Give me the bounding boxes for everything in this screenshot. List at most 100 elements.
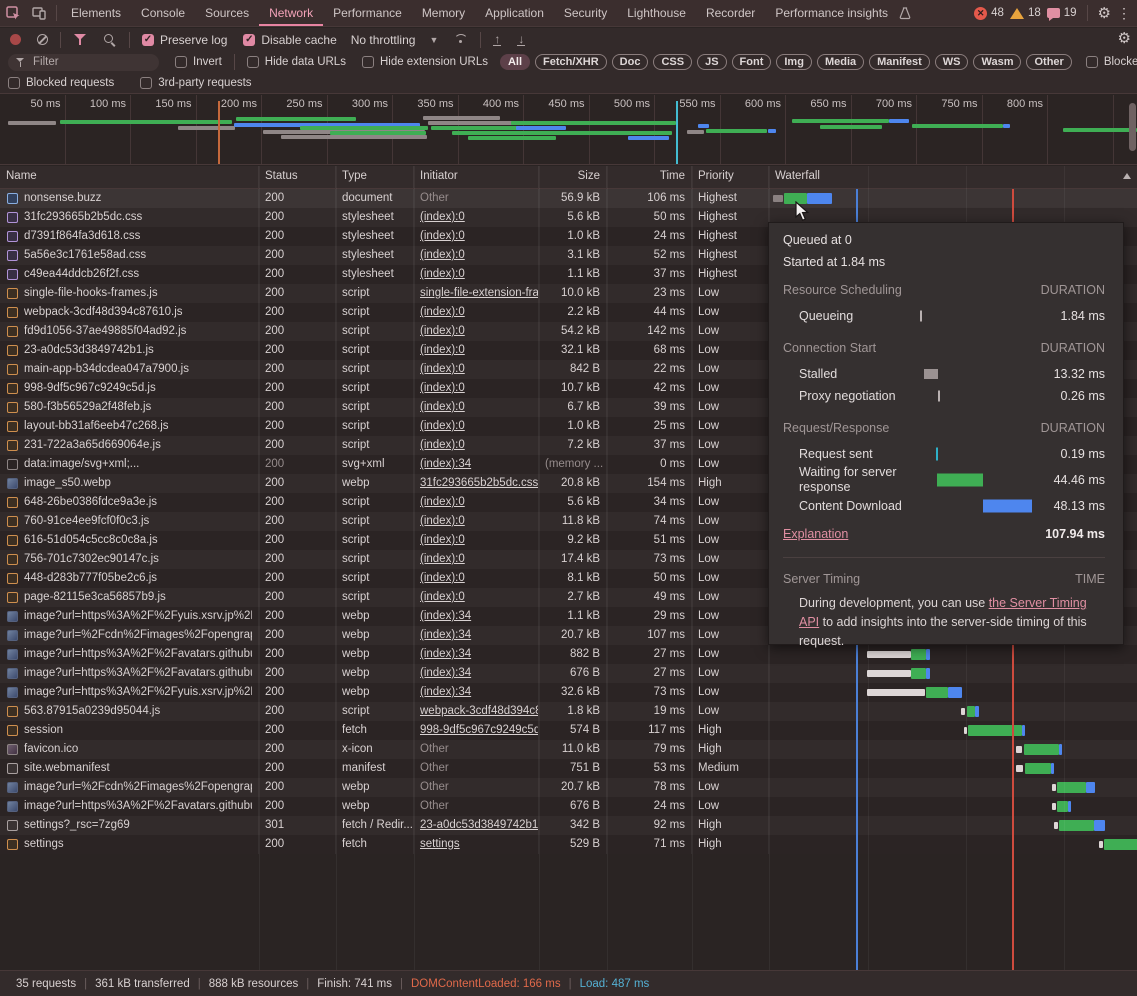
tab-sources[interactable]: Sources <box>195 0 259 26</box>
waterfall-cell[interactable] <box>769 759 1137 778</box>
hide-extension-urls-checkbox[interactable]: Hide extension URLs <box>361 56 488 68</box>
search-icon[interactable] <box>104 33 116 46</box>
preserve-log-checkbox[interactable]: ✓ Preserve log <box>142 33 227 47</box>
network-request-row[interactable]: settings?_rsc=7zg69 301 fetch / Redir... 23… <box>0 816 1137 835</box>
initiator-link[interactable]: (index):0 <box>420 325 465 337</box>
settings-gear-icon[interactable]: ⚙ <box>1098 6 1111 21</box>
column-header-size[interactable]: Size <box>539 166 607 188</box>
initiator-link[interactable]: (index):0 <box>420 249 465 261</box>
initiator-link[interactable]: (index):0 <box>420 553 465 565</box>
initiator-link[interactable]: (index):0 <box>420 420 465 432</box>
network-request-row[interactable]: settings 200 fetch settings 529 B 71 ms High <box>0 835 1137 854</box>
column-header-initiator[interactable]: Initiator <box>414 166 539 188</box>
initiator-link[interactable]: (index):0 <box>420 534 465 546</box>
initiator-link[interactable]: (index):0 <box>420 496 465 508</box>
initiator-link[interactable]: settings <box>420 838 460 850</box>
initiator-link[interactable]: 998-9df5c967c9249c5d.js: <box>420 724 538 736</box>
blocked-response-cookies-checkbox[interactable]: Blocked response cookies <box>1085 56 1137 68</box>
initiator-link[interactable]: (index):0 <box>420 401 465 413</box>
warning-badge[interactable]: 18 <box>1009 7 1041 19</box>
hide-data-urls-checkbox[interactable]: Hide data URLs <box>246 56 346 68</box>
initiator-link[interactable]: (index):0 <box>420 591 465 603</box>
network-request-row[interactable]: image?url=https%3A%2F%2Favatars.githubus… <box>0 664 1137 683</box>
filter-chip-wasm[interactable]: Wasm <box>973 54 1022 70</box>
initiator-link[interactable]: (index):34 <box>420 667 471 679</box>
tab-lighthouse[interactable]: Lighthouse <box>617 0 696 26</box>
waterfall-cell[interactable] <box>769 683 1137 702</box>
filter-chip-ws[interactable]: WS <box>934 54 969 70</box>
network-settings-gear-icon[interactable]: ⚙ <box>1118 31 1131 46</box>
filter-input-box[interactable] <box>8 53 159 71</box>
initiator-link[interactable]: (index):0 <box>420 230 465 242</box>
explanation-link[interactable]: Explanation <box>783 527 848 541</box>
filter-toggle-icon[interactable] <box>74 34 86 45</box>
initiator-link[interactable]: (index):0 <box>420 382 465 394</box>
record-button[interactable] <box>10 34 21 45</box>
initiator-link[interactable]: (index):34 <box>420 629 471 641</box>
initiator-link[interactable]: 23-a0dc53d3849742b1.js: <box>420 819 538 831</box>
initiator-link[interactable]: (index):0 <box>420 268 465 280</box>
waterfall-cell[interactable] <box>769 740 1137 759</box>
column-header-name[interactable]: Name <box>0 166 259 188</box>
filter-input[interactable] <box>31 55 151 69</box>
initiator-link[interactable]: (index):0 <box>420 344 465 356</box>
tab-recorder[interactable]: Recorder <box>696 0 765 26</box>
filter-chip-fetchxhr[interactable]: Fetch/XHR <box>535 54 607 70</box>
initiator-link[interactable]: (index):0 <box>420 306 465 318</box>
filter-chip-manifest[interactable]: Manifest <box>869 54 930 70</box>
blocked-requests-checkbox[interactable]: Blocked requests <box>8 77 114 89</box>
waterfall-cell[interactable] <box>769 778 1137 797</box>
filter-chip-img[interactable]: Img <box>776 54 812 70</box>
initiator-link[interactable]: single-file-extension-fram <box>420 287 538 299</box>
tab-application[interactable]: Application <box>475 0 554 26</box>
sort-ascending-icon[interactable] <box>1123 173 1131 179</box>
network-request-row[interactable]: image?url=https%3A%2F%2Fyuis.xsrv.jp%2Fi… <box>0 683 1137 702</box>
initiator-link[interactable]: (index):34 <box>420 610 471 622</box>
import-har-icon[interactable]: ↑ <box>493 33 502 46</box>
initiator-link[interactable]: (index):0 <box>420 439 465 451</box>
waterfall-cell[interactable] <box>769 721 1137 740</box>
tab-performance[interactable]: Performance <box>323 0 412 26</box>
third-party-requests-checkbox[interactable]: 3rd-party requests <box>140 77 252 89</box>
network-request-row[interactable]: favicon.ico 200 x-icon Other 11.0 kB 79 ms Hig… <box>0 740 1137 759</box>
initiator-link[interactable]: (index):34 <box>420 458 471 470</box>
initiator-link[interactable]: webpack-3cdf48d394c876 <box>420 705 538 717</box>
initiator-link[interactable]: (index):34 <box>420 686 471 698</box>
filter-chip-media[interactable]: Media <box>816 54 865 70</box>
column-header-status[interactable]: Status <box>259 166 336 188</box>
tab-memory[interactable]: Memory <box>412 0 475 26</box>
network-conditions-icon[interactable] <box>453 34 469 45</box>
filter-chip-font[interactable]: Font <box>731 54 772 70</box>
error-badge[interactable]: ✕ 48 <box>974 6 1004 20</box>
disable-cache-checkbox[interactable]: ✓ Disable cache <box>243 33 337 47</box>
initiator-link[interactable]: 31fc293665b2b5dc.css <box>420 477 538 489</box>
filter-chip-other[interactable]: Other <box>1026 54 1072 70</box>
network-request-row[interactable]: session 200fetch 998-9df5c967c9249c5d.js:5… <box>0 721 1137 740</box>
waterfall-cell[interactable] <box>769 816 1137 835</box>
waterfall-cell[interactable] <box>769 189 1137 208</box>
network-overview-timeline[interactable]: 50 ms 100 ms 150 ms 200 ms 250 ms 300 ms 350 m… <box>0 95 1137 165</box>
issues-badge[interactable]: 19 <box>1046 7 1077 21</box>
initiator-link[interactable]: (index):0 <box>420 363 465 375</box>
network-request-row[interactable]: 563.87915a0239d95044.js 200 script webpack-… <box>0 702 1137 721</box>
initiator-link[interactable]: (index):0 <box>420 515 465 527</box>
clear-icon[interactable] <box>37 34 48 45</box>
device-toolbar-icon[interactable] <box>26 0 52 26</box>
initiator-link[interactable]: (index):0 <box>420 211 465 223</box>
throttling-dropdown[interactable]: No throttling ▼ <box>351 33 439 47</box>
export-har-icon[interactable]: ↓ <box>517 33 526 46</box>
waterfall-cell[interactable] <box>769 835 1137 854</box>
column-header-time[interactable]: Time <box>607 166 692 188</box>
waterfall-cell[interactable] <box>769 664 1137 683</box>
tab-elements[interactable]: Elements <box>61 0 131 26</box>
network-request-row[interactable]: image?url=%2Fcdn%2Fimages%2Fopengraph...… <box>0 778 1137 797</box>
column-header-type[interactable]: Type <box>336 166 414 188</box>
tab-security[interactable]: Security <box>554 0 617 26</box>
tab-console[interactable]: Console <box>131 0 195 26</box>
network-request-row[interactable]: image?url=https%3A%2F%2Favatars.githubus… <box>0 797 1137 816</box>
filter-chip-js[interactable]: JS <box>697 54 727 70</box>
waterfall-cell[interactable] <box>769 797 1137 816</box>
network-request-row[interactable]: nonsense.buzz 200 document Other 56.9 kB 106 … <box>0 189 1137 208</box>
initiator-link[interactable]: (index):0 <box>420 572 465 584</box>
filter-chip-css[interactable]: CSS <box>653 54 693 70</box>
